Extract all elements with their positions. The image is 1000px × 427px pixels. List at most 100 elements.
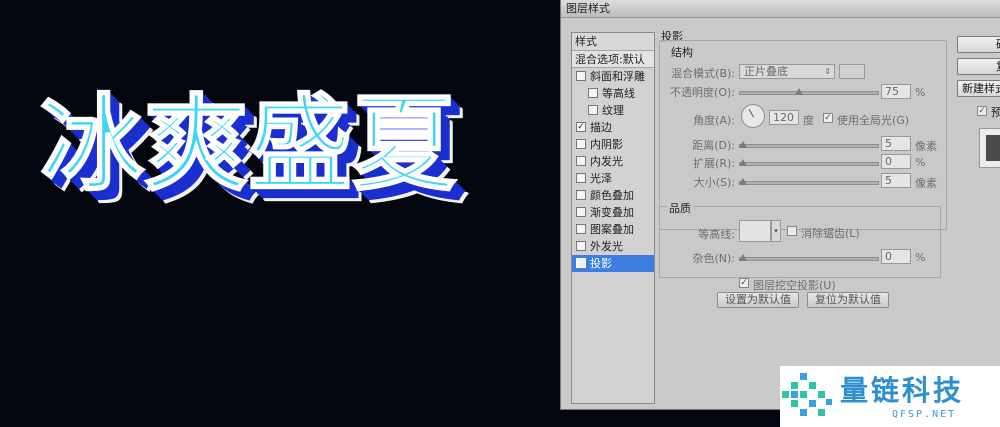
opacity-input[interactable]: 75: [881, 84, 911, 99]
noise-slider-thumb[interactable]: [739, 254, 747, 261]
size-unit: 像素: [915, 177, 937, 190]
anti-alias-label: 消除锯齿(L): [801, 227, 860, 240]
distance-slider-thumb[interactable]: [739, 141, 747, 148]
watermark-brand-name: 量链科技: [840, 374, 965, 407]
quality-group: [659, 206, 941, 278]
style-item-label: 斜面和浮雕: [590, 70, 645, 83]
dialog-titlebar[interactable]: 图层样式: [561, 0, 1000, 18]
distance-label: 距离(D):: [692, 139, 735, 152]
size-slider[interactable]: [739, 181, 879, 185]
watermark: 量链科技 QFSP.NET: [780, 366, 1000, 427]
style-item[interactable]: 等高线: [572, 85, 654, 102]
noise-input[interactable]: 0: [881, 249, 911, 264]
distance-unit: 像素: [915, 140, 937, 153]
style-item-checkbox[interactable]: [588, 105, 598, 115]
distance-input[interactable]: 5: [881, 136, 911, 151]
style-item-checkbox[interactable]: [576, 190, 586, 200]
style-item-checkbox[interactable]: [588, 88, 598, 98]
style-item[interactable]: 投影: [572, 255, 654, 272]
size-slider-thumb[interactable]: [739, 178, 747, 185]
brand-logo-icon: [782, 373, 832, 416]
blend-mode-select[interactable]: 正片叠底 ⇕: [739, 64, 835, 79]
size-label: 大小(S):: [693, 176, 735, 189]
quality-title: 品质: [667, 200, 693, 216]
style-item-label: 图案叠加: [590, 223, 634, 236]
spread-slider[interactable]: [739, 162, 879, 166]
style-item-label: 投影: [590, 257, 612, 270]
spread-slider-thumb[interactable]: [739, 159, 747, 166]
ok-button[interactable]: 确定: [957, 36, 1000, 53]
style-item-checkbox[interactable]: [576, 258, 586, 268]
structure-title: 结构: [669, 44, 695, 60]
opacity-label: 不透明度(O):: [670, 86, 735, 99]
noise-unit: %: [915, 251, 926, 264]
size-input[interactable]: 5: [881, 173, 911, 188]
style-item-label: 光泽: [590, 172, 612, 185]
style-item[interactable]: 外发光: [572, 238, 654, 255]
opacity-slider-thumb[interactable]: [795, 88, 803, 95]
opacity-unit: %: [915, 86, 926, 99]
style-item-label: 内阴影: [590, 138, 623, 151]
style-item-checkbox[interactable]: [576, 173, 586, 183]
style-item-checkbox[interactable]: [576, 156, 586, 166]
style-item[interactable]: 纹理: [572, 102, 654, 119]
blend-mode-label: 混合模式(B):: [671, 67, 735, 80]
layer-knocks-out-checkbox[interactable]: ✓: [739, 278, 749, 288]
style-item[interactable]: 内发光: [572, 153, 654, 170]
dialog-actions: 确定 复位 新建样式... ✓ 预览: [957, 30, 1000, 410]
style-item[interactable]: 光泽: [572, 170, 654, 187]
spread-input[interactable]: 0: [881, 154, 911, 169]
style-item-checkbox[interactable]: [576, 241, 586, 251]
style-item[interactable]: 内阴影: [572, 136, 654, 153]
style-item-label: 纹理: [602, 104, 624, 117]
distance-slider[interactable]: [739, 144, 879, 148]
headline-text: 冰爽盛夏: [39, 83, 457, 205]
blend-options-item[interactable]: 混合选项:默认: [572, 51, 654, 68]
angle-label: 角度(A):: [693, 114, 735, 127]
reset-default-button[interactable]: 复位为默认值: [807, 292, 889, 308]
contour-label: 等高线:: [698, 228, 735, 241]
style-item-checkbox[interactable]: [576, 71, 586, 81]
global-light-label: 使用全局光(G): [837, 114, 910, 127]
style-item[interactable]: 斜面和浮雕: [572, 68, 654, 85]
watermark-url: QFSP.NET: [892, 409, 957, 420]
layer-style-dialog: 图层样式 样式 混合选项:默认 斜面和浮雕等高线纹理 ✓ 描边内阴影内发光光泽颜色叠…: [560, 0, 1000, 410]
style-item[interactable]: 渐变叠加: [572, 204, 654, 221]
angle-input[interactable]: 120: [769, 110, 799, 125]
opacity-slider[interactable]: [739, 91, 879, 95]
style-item-label: 内发光: [590, 155, 623, 168]
angle-dial[interactable]: [741, 104, 765, 128]
style-item-checkbox[interactable]: [576, 139, 586, 149]
style-item-label: 渐变叠加: [590, 206, 634, 219]
spread-label: 扩展(R):: [693, 157, 735, 170]
angle-unit: 度: [803, 114, 814, 127]
style-item-checkbox[interactable]: [576, 224, 586, 234]
anti-alias-checkbox[interactable]: [787, 226, 797, 236]
layer-knocks-out-label: 图层挖空投影(U): [753, 279, 836, 292]
new-style-button[interactable]: 新建样式...: [957, 80, 1000, 97]
preview-label: 预览: [991, 106, 1000, 119]
reset-button[interactable]: 复位: [957, 58, 1000, 75]
shadow-color-swatch[interactable]: [839, 64, 865, 79]
style-item[interactable]: ✓ 描边: [572, 119, 654, 136]
style-preview-thumbnail: [979, 128, 1000, 168]
style-item-label: 颜色叠加: [590, 189, 634, 202]
style-item[interactable]: 图案叠加: [572, 221, 654, 238]
style-item[interactable]: 颜色叠加: [572, 187, 654, 204]
global-light-checkbox[interactable]: ✓: [823, 113, 833, 123]
style-item-checkbox[interactable]: [576, 207, 586, 217]
noise-label: 杂色(N):: [692, 252, 735, 265]
style-item-label: 描边: [590, 121, 612, 134]
style-item-checkbox[interactable]: ✓: [576, 122, 586, 132]
blend-mode-value: 正片叠底: [744, 65, 788, 78]
noise-slider[interactable]: [739, 257, 879, 261]
make-default-button[interactable]: 设置为默认值: [717, 292, 799, 308]
chevron-updown-icon: ⇕: [824, 67, 831, 76]
styles-header[interactable]: 样式: [572, 33, 654, 51]
design-canvas: 冰爽盛夏: [0, 0, 560, 427]
contour-dropdown-icon[interactable]: ▾: [771, 220, 781, 242]
style-item-label: 外发光: [590, 240, 623, 253]
style-item-label: 等高线: [602, 87, 635, 100]
contour-picker[interactable]: [739, 220, 771, 242]
preview-checkbox[interactable]: ✓: [977, 106, 987, 116]
